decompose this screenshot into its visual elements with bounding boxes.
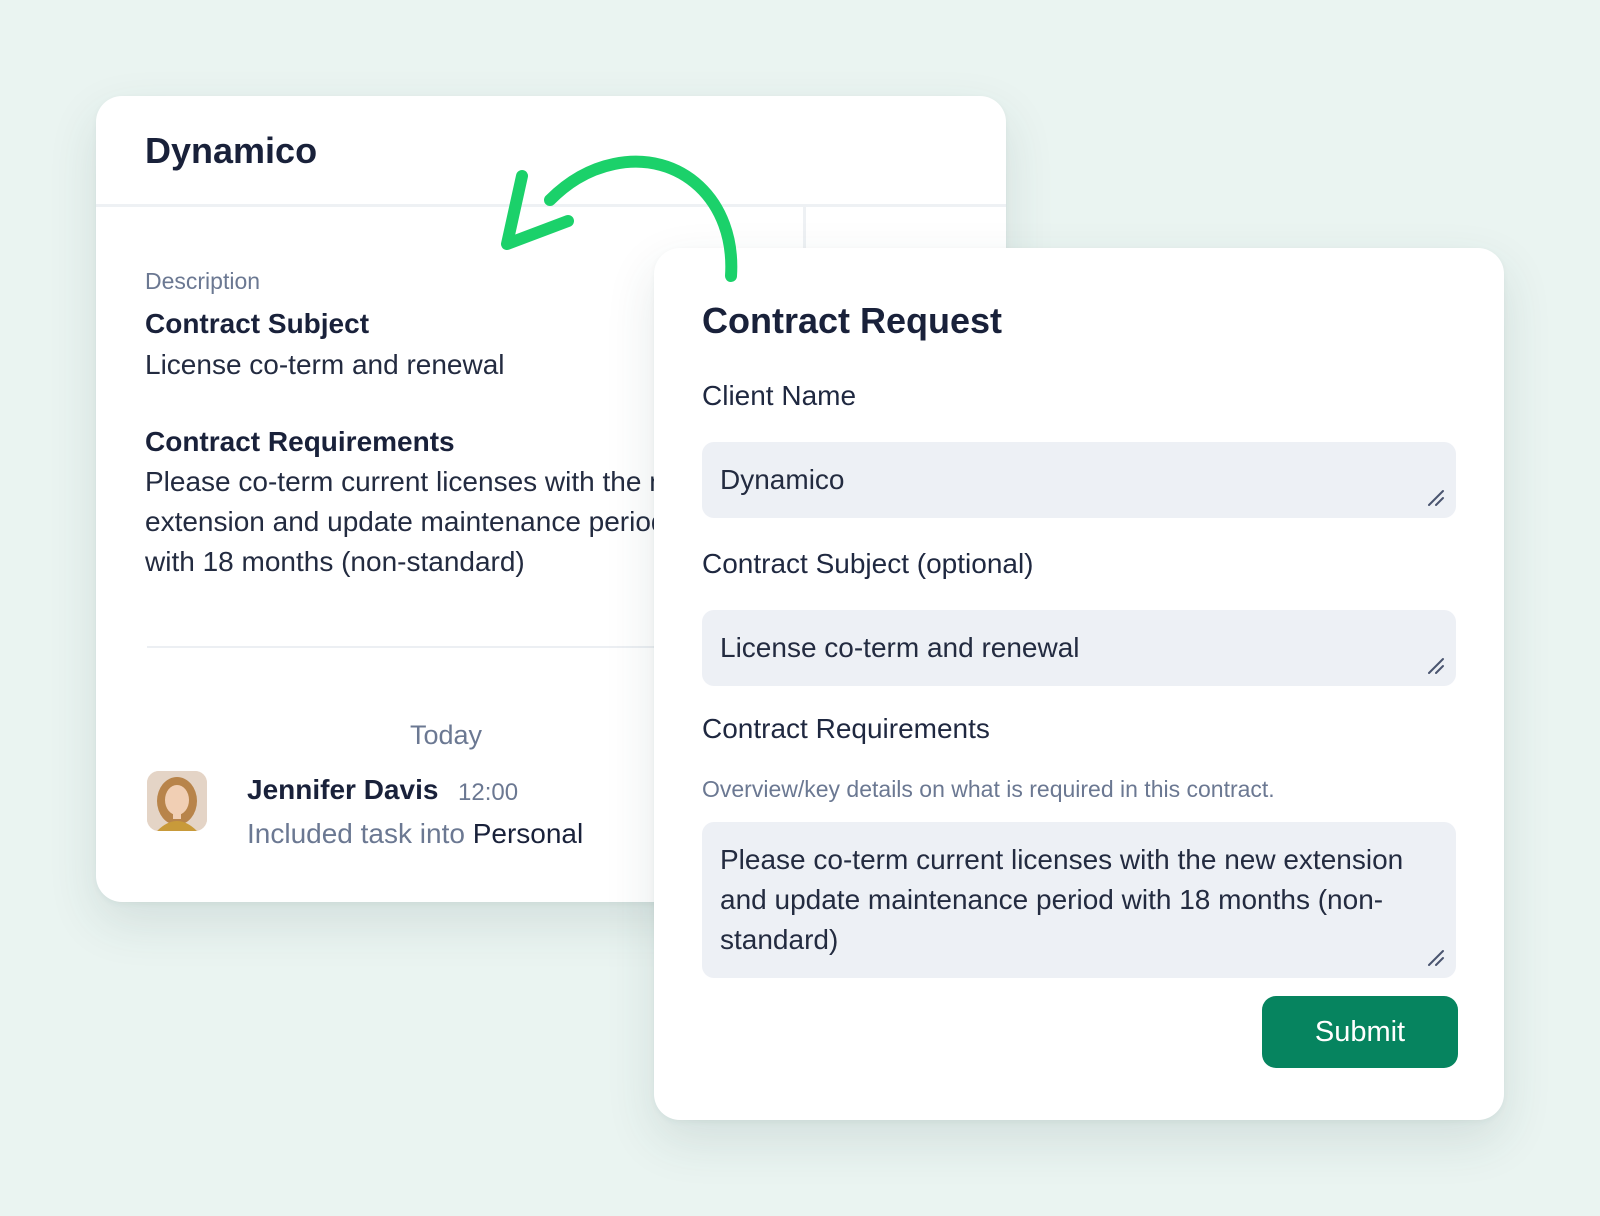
requirements-text: Please co-term current licenses with the… [145,466,701,577]
client-name-label: Client Name [702,380,857,411]
activity-action-target[interactable]: Personal [473,818,584,849]
requirements-field[interactable]: Please co-term current licenses with the… [702,822,1456,978]
resize-handle-icon[interactable] [1426,656,1446,676]
resize-handle-icon[interactable] [1426,948,1446,968]
task-header: Dynamico [96,96,1006,207]
activity-time: 12:00 [458,779,519,806]
subject-heading: Contract Subject [145,308,370,339]
task-title: Dynamico [145,130,318,171]
submit-button[interactable]: Submit [1262,996,1458,1068]
avatar-image [147,771,207,831]
requirements-help-text: Overview/key details on what is required… [702,776,1275,802]
subject-text: License co-term and renewal [145,349,505,380]
form-title: Contract Request [702,300,1003,341]
avatar[interactable] [147,771,207,831]
resize-handle-icon[interactable] [1426,488,1446,508]
subject-label: Contract Subject (optional) [702,548,1034,579]
client-name-field[interactable]: Dynamico [702,442,1456,518]
requirements-label: Contract Requirements [702,713,990,744]
activity-date-label: Today [410,720,483,750]
requirements-value: Please co-term current licenses with the… [720,844,1404,955]
contract-request-form: Contract Request Client Name Dynamico Co… [654,248,1504,1120]
subject-value: License co-term and renewal [720,632,1080,663]
activity-description: Included task into Personal [247,818,583,850]
subject-field[interactable]: License co-term and renewal [702,610,1456,686]
client-name-value: Dynamico [720,464,845,495]
activity-user-name: Jennifer Davis [247,774,439,805]
description-label: Description [145,268,261,294]
requirements-heading: Contract Requirements [145,426,455,457]
activity-action-text: Included task into [247,818,465,849]
